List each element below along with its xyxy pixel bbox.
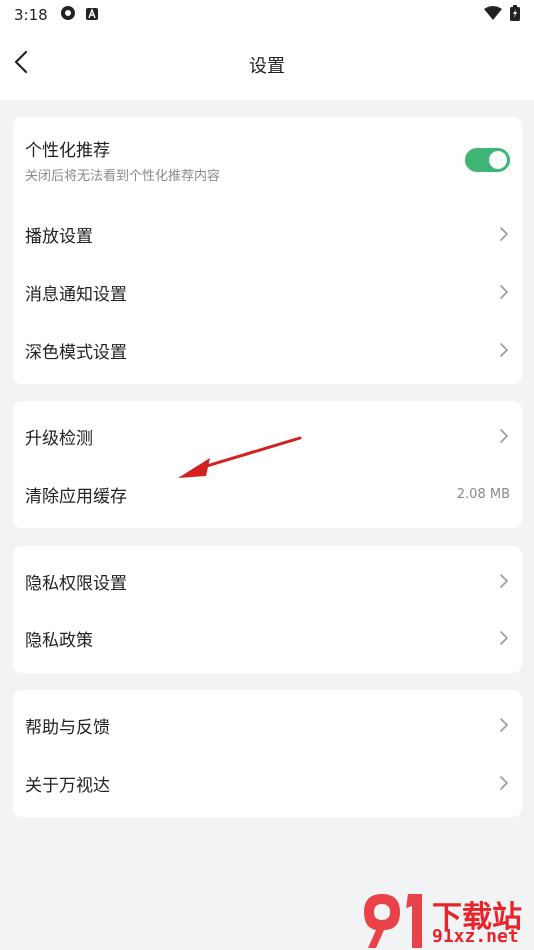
clear-cache-label: 清除应用缓存 [25, 486, 127, 507]
chevron-right-icon [500, 227, 509, 241]
chevron-right-icon [500, 429, 509, 443]
chevron-right-icon [500, 574, 509, 588]
chevron-right-icon [500, 343, 509, 357]
page-header: 设置 [0, 30, 534, 100]
upgrade-check-label: 升级检测 [25, 428, 93, 449]
status-time: 3:18 [14, 6, 48, 24]
privacy-policy-row[interactable]: 隐私政策 [13, 609, 522, 667]
app-notification-icon [60, 5, 76, 25]
personalized-recommend-subtitle: 关闭后将无法看到个性化推荐内容 [25, 169, 221, 184]
personalized-recommend-toggle[interactable] [465, 148, 510, 172]
about-app-row[interactable]: 关于万视达 [13, 754, 522, 812]
about-app-label: 关于万视达 [25, 775, 110, 796]
clear-cache-row[interactable]: 清除应用缓存 2.08 MB [13, 465, 522, 523]
chevron-right-icon [500, 285, 509, 299]
cache-size-value: 2.08 MB [456, 486, 510, 502]
chevron-right-icon [500, 776, 509, 790]
status-bar: 3:18 [0, 0, 534, 30]
site-watermark: 下载站 91xz.net [360, 890, 534, 950]
battery-icon [510, 5, 520, 25]
settings-group-personal: 个性化推荐 关闭后将无法看到个性化推荐内容 播放设置 消息通知设置 深色模式设置 [13, 117, 522, 384]
chevron-right-icon [500, 718, 509, 732]
watermark-logo-icon [364, 894, 422, 948]
watermark-text-url: 91xz.net [432, 926, 519, 947]
dark-mode-settings-row[interactable]: 深色模式设置 [13, 321, 522, 379]
personalized-recommend-row: 个性化推荐 关闭后将无法看到个性化推荐内容 [13, 123, 522, 197]
privacy-permission-row[interactable]: 隐私权限设置 [13, 552, 522, 610]
settings-group-privacy: 隐私权限设置 隐私政策 [13, 546, 522, 673]
personalized-recommend-label: 个性化推荐 [25, 141, 110, 161]
notification-settings-label: 消息通知设置 [25, 284, 127, 305]
page-title: 设置 [249, 56, 285, 77]
upgrade-check-row[interactable]: 升级检测 [13, 407, 522, 465]
toggle-knob [489, 151, 507, 169]
playback-settings-label: 播放设置 [25, 226, 93, 247]
settings-group-about: 帮助与反馈 关于万视达 [13, 690, 522, 817]
wifi-icon [484, 6, 502, 24]
playback-settings-row[interactable]: 播放设置 [13, 205, 522, 263]
dark-mode-settings-label: 深色模式设置 [25, 342, 127, 363]
privacy-permission-label: 隐私权限设置 [25, 573, 127, 594]
privacy-policy-label: 隐私政策 [25, 630, 93, 651]
settings-group-app: 升级检测 清除应用缓存 2.08 MB [13, 401, 522, 528]
help-feedback-label: 帮助与反馈 [25, 717, 110, 738]
help-feedback-row[interactable]: 帮助与反馈 [13, 696, 522, 754]
notification-settings-row[interactable]: 消息通知设置 [13, 263, 522, 321]
chevron-right-icon [500, 631, 509, 645]
text-notification-icon [85, 6, 98, 24]
